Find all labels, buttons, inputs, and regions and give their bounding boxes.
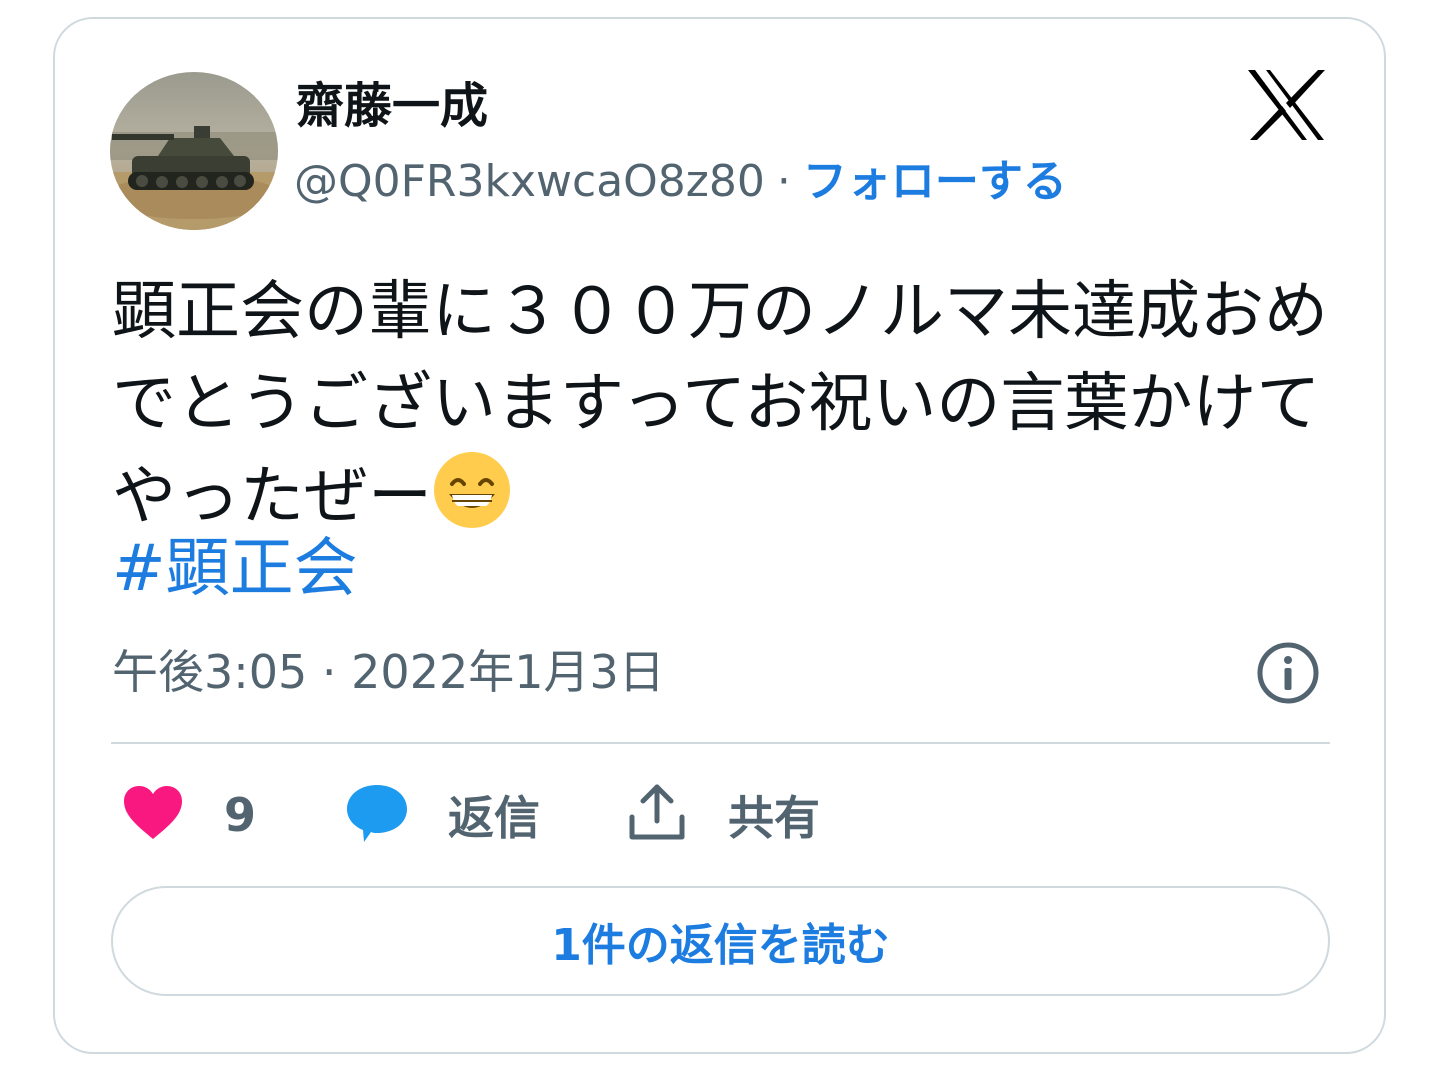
reply-label: 返信 xyxy=(448,791,540,845)
read-replies-button[interactable]: 1件の返信を読む xyxy=(111,886,1330,996)
follow-button[interactable]: フォローする xyxy=(803,156,1067,207)
user-handle[interactable]: @Q0FR3kxwcaO8z80 xyxy=(294,156,765,207)
grinning-face-emoji-icon xyxy=(432,450,512,530)
tweet-timestamp[interactable]: 午後3:05 · 2022年1月3日 xyxy=(112,642,665,702)
share-upload-icon xyxy=(626,781,688,849)
like-button[interactable]: 9 xyxy=(122,780,256,850)
divider xyxy=(111,742,1330,744)
handle-separator: · xyxy=(776,156,791,207)
tweet-text: 顕正会の輩に３００万のノルマ未達成おめでとうございますってお祝いの言葉かけてやっ… xyxy=(112,266,1332,543)
avatar[interactable] xyxy=(110,72,278,230)
info-icon[interactable] xyxy=(1255,640,1321,706)
like-count: 9 xyxy=(224,788,257,842)
speech-bubble-icon xyxy=(344,781,410,849)
avatar-tank-photo xyxy=(110,72,278,230)
reply-button[interactable]: 返信 xyxy=(344,780,540,850)
heart-icon xyxy=(122,785,184,845)
share-label: 共有 xyxy=(728,791,820,845)
share-button[interactable]: 共有 xyxy=(626,780,820,850)
hashtag-link[interactable]: #顕正会 xyxy=(112,524,358,614)
x-logo-icon[interactable] xyxy=(1246,68,1326,142)
display-name[interactable]: 齋藤一成 xyxy=(296,76,488,136)
tweet-body: 顕正会の輩に３００万のノルマ未達成おめでとうございますってお祝いの言葉かけてやっ… xyxy=(112,275,1328,534)
action-bar: 9 返信 共有 xyxy=(0,780,1440,850)
handle-row: @Q0FR3kxwcaO8z80 · フォローする xyxy=(294,152,1067,212)
